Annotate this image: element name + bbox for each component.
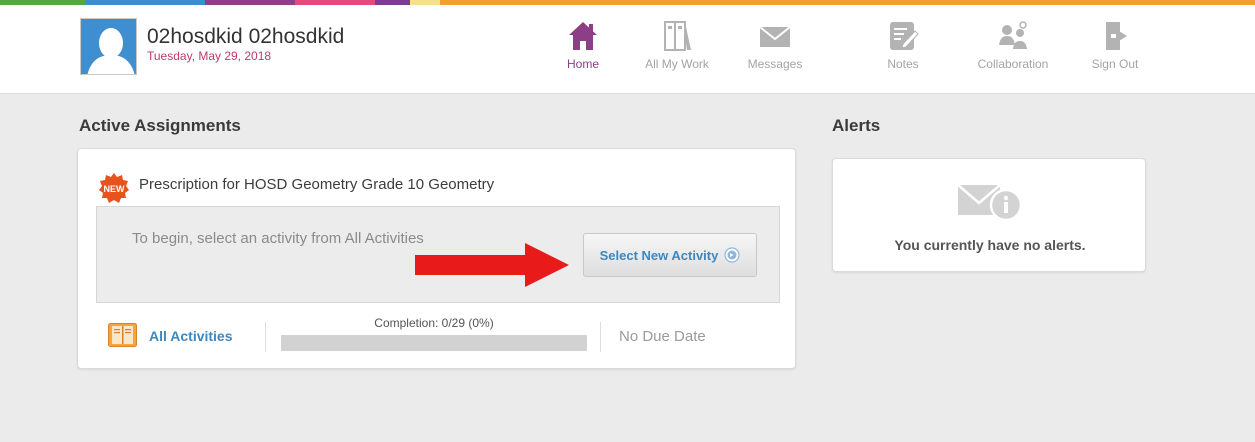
all-activities-link[interactable]: All Activities <box>149 328 233 344</box>
instruction-text: To begin, select an activity from All Ac… <box>132 230 424 247</box>
red-arrow-icon <box>415 243 569 287</box>
user-silhouette-icon <box>81 19 136 74</box>
book-icon[interactable] <box>108 323 137 347</box>
new-badge-text: NEW <box>104 184 126 194</box>
envelope-icon <box>759 26 791 47</box>
nav-collaboration[interactable]: Collaboration <box>968 19 1058 71</box>
avatar[interactable] <box>80 18 137 75</box>
nav-all-my-work-label: All My Work <box>645 57 709 71</box>
nav-all-my-work[interactable]: All My Work <box>632 19 722 71</box>
new-badge-icon: NEW <box>99 173 129 203</box>
nav-home[interactable]: Home <box>538 19 628 71</box>
nav-home-label: Home <box>566 57 599 71</box>
home-icon <box>569 22 597 50</box>
completion-label: Completion: 0/29 (0%) <box>374 316 494 330</box>
user-name: 02hosdkid 02hosdkid <box>147 25 345 48</box>
active-assignments-heading: Active Assignments <box>79 116 241 135</box>
select-new-activity-label: Select New Activity <box>599 247 719 263</box>
assignment-card: NEW Prescription for HOSD Geometry Grade… <box>77 148 796 369</box>
top-header: 02hosdkid 02hosdkid Tuesday, May 29, 201… <box>0 5 1255 94</box>
no-alerts-message: You currently have no alerts. <box>894 237 1086 253</box>
completion-progress-bar <box>281 335 587 351</box>
notepad-icon <box>890 22 919 50</box>
arrow-circle-right-icon <box>724 247 740 263</box>
alerts-card: You currently have no alerts. <box>832 158 1146 272</box>
collaboration-icon <box>999 21 1027 49</box>
sign-out-icon <box>1106 22 1127 50</box>
alerts-heading: Alerts <box>832 116 881 135</box>
current-date: Tuesday, May 29, 2018 <box>147 49 272 63</box>
due-date: No Due Date <box>619 328 706 345</box>
books-icon <box>664 21 691 51</box>
nav-notes[interactable]: Notes <box>858 19 948 71</box>
envelope-info-icon <box>957 184 1023 221</box>
nav-sign-out-label: Sign Out <box>1091 57 1139 71</box>
nav-collaboration-label: Collaboration <box>977 57 1049 71</box>
nav-sign-out[interactable]: Sign Out <box>1070 19 1160 71</box>
activity-selection-box: To begin, select an activity from All Ac… <box>96 206 780 303</box>
divider <box>600 322 601 352</box>
divider <box>265 322 266 352</box>
assignment-footer: All Activities Completion: 0/29 (0%) No … <box>78 316 797 356</box>
assignment-title: Prescription for HOSD Geometry Grade 10 … <box>139 176 495 193</box>
nav-notes-label: Notes <box>887 57 919 71</box>
select-new-activity-button[interactable]: Select New Activity <box>583 233 757 277</box>
nav-messages-label: Messages <box>747 57 803 71</box>
nav-messages[interactable]: Messages <box>730 19 820 71</box>
